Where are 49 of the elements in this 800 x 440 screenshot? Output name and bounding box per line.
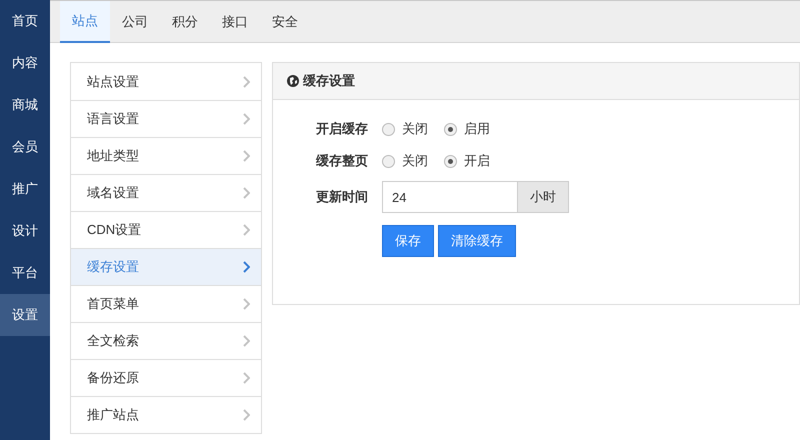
menu-item[interactable]: 全文检索 [71, 322, 261, 359]
action-button[interactable]: 保存 [382, 225, 434, 257]
chevron-icon [243, 224, 250, 236]
sidebar-item[interactable]: 设置 [0, 294, 50, 336]
chevron-icon [243, 335, 250, 347]
chevron-icon [243, 261, 250, 273]
radio-option[interactable]: 启用 [444, 119, 490, 139]
unit-addon: 小时 [518, 181, 569, 213]
chevron-icon [243, 298, 250, 310]
menu-item[interactable]: 语言设置 [71, 100, 261, 137]
chevron-icon [243, 150, 250, 162]
menu-item[interactable]: 推广站点 [71, 396, 261, 433]
radio-button[interactable] [382, 122, 395, 136]
tab[interactable]: 站点 [60, 1, 110, 43]
panel-title: 缓存设置 [303, 72, 355, 90]
action-button[interactable]: 清除缓存 [438, 225, 516, 257]
menu-item[interactable]: 域名设置 [71, 174, 261, 211]
globe-icon [287, 75, 299, 87]
field-label: 开启缓存 [316, 120, 369, 138]
sidebar-item[interactable]: 平台 [0, 252, 50, 294]
chevron-icon [243, 187, 250, 199]
radio-option[interactable]: 关闭 [382, 151, 428, 171]
tab[interactable]: 公司 [110, 1, 160, 43]
radio-option[interactable]: 关闭 [382, 119, 428, 139]
sidebar-item[interactable]: 首页 [0, 0, 50, 42]
menu-item[interactable]: 备份还原 [71, 359, 261, 396]
sidebar-item[interactable]: 商城 [0, 84, 50, 126]
menu-item[interactable]: 站点设置 [71, 63, 261, 100]
menu-item[interactable]: 地址类型 [71, 137, 261, 174]
menu-item[interactable]: 缓存设置 [71, 248, 261, 285]
chevron-icon [243, 409, 250, 421]
field-label: 缓存整页 [316, 152, 369, 170]
field-label: 更新时间 [316, 188, 369, 206]
sidebar-item[interactable]: 推广 [0, 168, 50, 210]
chevron-icon [243, 113, 250, 125]
sidebar-item[interactable]: 设计 [0, 210, 50, 252]
radio-button[interactable] [444, 154, 457, 168]
tab[interactable]: 安全 [260, 1, 310, 43]
tab[interactable]: 接口 [210, 1, 260, 43]
sidebar-item[interactable]: 会员 [0, 126, 50, 168]
sidebar-item[interactable]: 内容 [0, 42, 50, 84]
menu-item[interactable]: 首页菜单 [71, 285, 261, 322]
radio-option[interactable]: 开启 [444, 151, 490, 171]
tab[interactable]: 积分 [160, 1, 210, 43]
input-field[interactable]: 24 [382, 181, 518, 213]
chevron-icon [243, 76, 250, 88]
chevron-icon [243, 372, 250, 384]
radio-button[interactable] [444, 122, 457, 136]
radio-button[interactable] [382, 154, 395, 168]
